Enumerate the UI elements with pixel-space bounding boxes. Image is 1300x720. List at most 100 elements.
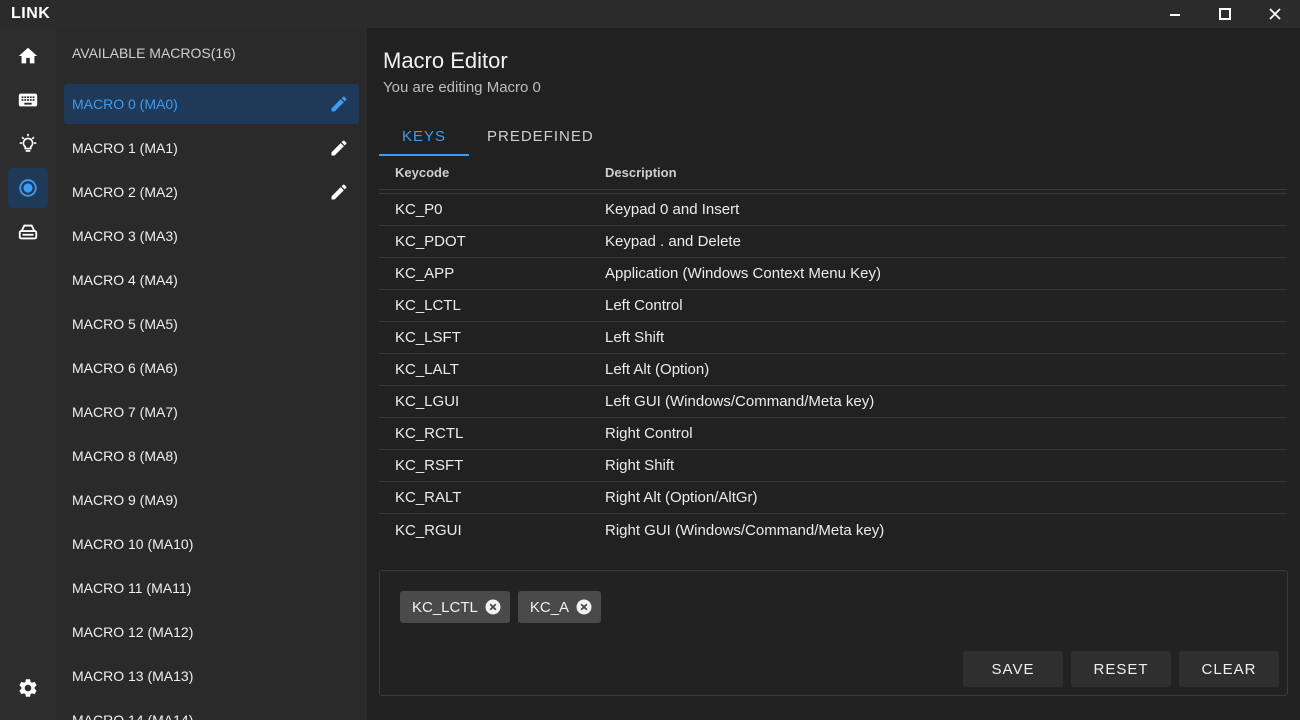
table-row[interactable]: KC_LCTL Left Control — [379, 290, 1287, 322]
keycode-cell: KC_LCTL — [395, 297, 461, 314]
close-window-button[interactable] — [1250, 0, 1300, 28]
keycode-cell: KC_RGUI — [395, 521, 462, 539]
maximize-button[interactable] — [1200, 0, 1250, 28]
nav-keyboard[interactable] — [8, 80, 48, 120]
app-title: LINK — [11, 5, 51, 22]
remove-key-icon[interactable] — [576, 599, 592, 615]
reset-button[interactable]: RESET — [1071, 651, 1171, 687]
macro-item-label: MACRO 11 (MA11) — [72, 580, 192, 596]
description-cell: Left Alt (Option) — [605, 361, 710, 378]
macro-item[interactable]: MACRO 1 (MA1) — [64, 128, 359, 168]
description-cell: Right GUI (Windows/Command/Meta key) — [605, 521, 885, 539]
description-cell: Right Shift — [605, 457, 675, 474]
key-chip-label: KC_LCTL — [412, 598, 478, 616]
keycode-cell: KC_PDOT — [395, 233, 466, 250]
description-cell: Right Control — [605, 425, 693, 442]
macro-item[interactable]: MACRO 11 (MA11) — [64, 568, 359, 608]
column-header-keycode[interactable]: Keycode — [379, 165, 605, 180]
keyboard-icon — [18, 93, 38, 107]
table-row[interactable]: KC_PDOT Keypad . and Delete — [379, 226, 1287, 258]
nav-lighting[interactable] — [8, 124, 48, 164]
device-icon — [18, 224, 38, 240]
page-title: Macro Editor — [383, 48, 508, 73]
keycode-cell: KC_RSFT — [395, 457, 464, 474]
keycode-cell: KC_P0 — [395, 201, 443, 218]
macro-item-label: MACRO 0 (MA0) — [72, 96, 178, 112]
table-row[interactable]: KC_LSFT Left Shift — [379, 322, 1287, 354]
macro-item[interactable]: MACRO 8 (MA8) — [64, 436, 359, 476]
macro-item[interactable]: MACRO 5 (MA5) — [64, 304, 359, 344]
nav-settings[interactable] — [8, 668, 48, 708]
nav-macros[interactable] — [8, 168, 48, 208]
remove-key-icon[interactable] — [485, 599, 501, 615]
gear-icon — [19, 679, 37, 697]
key-chip: KC_A — [517, 591, 602, 623]
macro-item[interactable]: MACRO 14 (MA14) — [64, 700, 359, 720]
pencil-icon[interactable] — [329, 94, 349, 114]
available-macros-header: AVAILABLE MACROS(16) — [72, 45, 236, 61]
table-row[interactable]: KC_RGUI Right GUI (Windows/Command/Meta k… — [379, 514, 1287, 546]
macro-item[interactable]: MACRO 10 (MA10) — [64, 524, 359, 564]
table-row[interactable]: KC_RSFT Right Shift — [379, 450, 1287, 482]
nav-rail — [0, 28, 56, 720]
macro-item-label: MACRO 9 (MA9) — [72, 492, 178, 508]
pencil-icon[interactable] — [329, 138, 349, 158]
action-buttons: SAVE RESET CLEAR — [955, 651, 1279, 687]
close-icon — [1269, 8, 1281, 20]
keycode-cell: KC_APP — [395, 265, 455, 282]
description-cell: Application (Windows Context Menu Key) — [605, 265, 881, 282]
macro-item[interactable]: MACRO 7 (MA7) — [64, 392, 359, 432]
key-chip: KC_LCTL — [400, 591, 510, 623]
macro-item[interactable]: MACRO 9 (MA9) — [64, 480, 359, 520]
column-header-description[interactable]: Description — [605, 165, 1287, 180]
keycode-cell: KC_LSFT — [395, 329, 461, 346]
macro-item-label: MACRO 7 (MA7) — [72, 404, 178, 420]
keycode-cell: KC_LGUI — [395, 393, 460, 410]
description-cell: Left Shift — [605, 329, 665, 346]
minimize-icon — [1170, 14, 1180, 16]
macro-item[interactable]: MACRO 4 (MA4) — [64, 260, 359, 300]
table-row[interactable]: KC_P0 Keypad 0 and Insert — [379, 194, 1287, 226]
description-cell: Left Control — [605, 297, 683, 314]
macro-item-label: MACRO 10 (MA10) — [72, 536, 194, 552]
description-cell: Right Alt (Option/AltGr) — [605, 489, 758, 506]
macro-item-label: MACRO 8 (MA8) — [72, 448, 178, 464]
editor-tabs: KEYS PREDEFINED — [379, 128, 612, 156]
macro-item-label: MACRO 14 (MA14) — [72, 712, 194, 720]
macro-item[interactable]: MACRO 6 (MA6) — [64, 348, 359, 388]
macro-item-label: MACRO 1 (MA1) — [72, 140, 178, 156]
clear-button[interactable]: CLEAR — [1179, 651, 1279, 687]
macro-sequence-box: KC_LCTL KC_A SAVE RESET CLEAR — [379, 570, 1288, 696]
nav-device[interactable] — [8, 212, 48, 252]
page-subtitle: You are editing Macro 0 — [383, 79, 541, 96]
tab-keys[interactable]: KEYS — [379, 128, 469, 156]
keycode-table: Keycode Description KC_P0 Keypad 0 and In… — [379, 156, 1287, 546]
macro-item[interactable]: MACRO 12 (MA12) — [64, 612, 359, 652]
nav-home[interactable] — [8, 36, 48, 76]
description-cell: Keypad . and Delete — [605, 233, 741, 250]
macro-editor: Macro Editor You are editing Macro 0 KEY… — [367, 28, 1300, 720]
lightbulb-icon — [19, 133, 37, 152]
table-body: KC_P0 Keypad 0 and Insert KC_PDOT Keypad . … — [379, 194, 1287, 546]
pencil-icon[interactable] — [329, 182, 349, 202]
table-row[interactable]: KC_RALT Right Alt (Option/AltGr) — [379, 482, 1287, 514]
table-row[interactable]: KC_RCTL Right Control — [379, 418, 1287, 450]
macro-item-label: MACRO 12 (MA12) — [72, 624, 194, 640]
macro-item-label: MACRO 5 (MA5) — [72, 316, 178, 332]
tab-predefined[interactable]: PREDEFINED — [469, 128, 612, 156]
save-button[interactable]: SAVE — [963, 651, 1063, 687]
table-row[interactable]: KC_LALT Left Alt (Option) — [379, 354, 1287, 386]
macro-item[interactable]: MACRO 13 (MA13) — [64, 656, 359, 696]
maximize-icon — [1219, 8, 1231, 20]
table-row[interactable]: KC_APP Application (Windows Context Menu … — [379, 258, 1287, 290]
macro-item-label: MACRO 3 (MA3) — [72, 228, 178, 244]
table-row[interactable]: KC_LGUI Left GUI (Windows/Command/Meta ke… — [379, 386, 1287, 418]
macro-item[interactable]: MACRO 2 (MA2) — [64, 172, 359, 212]
macro-panel: AVAILABLE MACROS(16) MACRO 0 (MA0) MACRO … — [56, 28, 367, 720]
keycode-cell: KC_LALT — [395, 361, 459, 378]
keycode-cell: KC_RALT — [395, 489, 462, 506]
macro-item[interactable]: MACRO 3 (MA3) — [64, 216, 359, 256]
minimize-button[interactable] — [1150, 0, 1200, 28]
key-chip-label: KC_A — [529, 598, 570, 616]
macro-item[interactable]: MACRO 0 (MA0) — [64, 84, 359, 124]
